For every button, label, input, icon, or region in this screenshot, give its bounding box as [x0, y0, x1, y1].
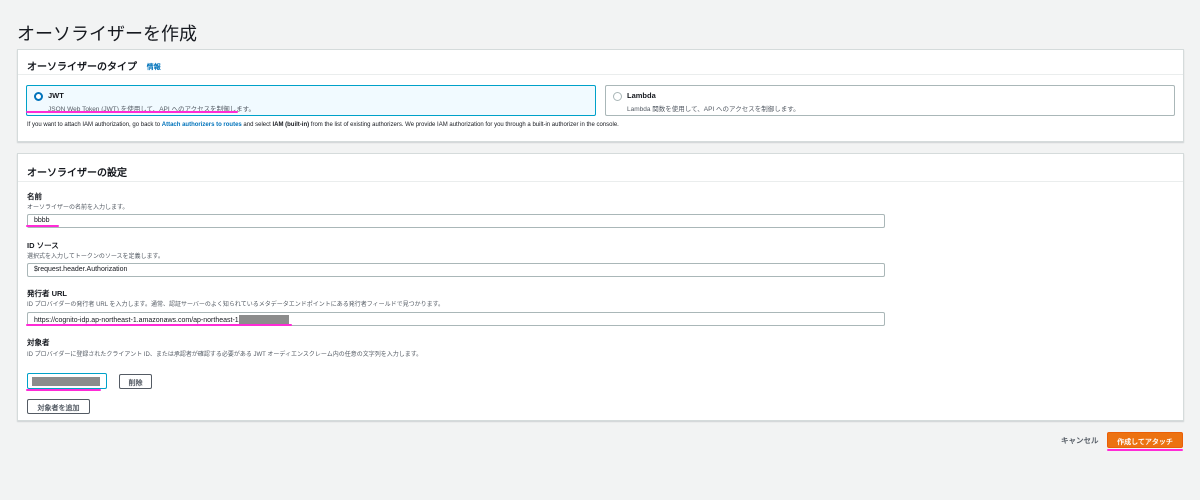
iam-note-text-2: and select — [241, 122, 273, 128]
issuer-url-description: ID プロバイダーの発行者 URL を入力します。通常、認証サーバーのよく知られ… — [27, 302, 444, 308]
authorizer-settings-panel: オーソライザーの設定 名前 オーソライザーの名前を入力します。 bbbb ID … — [17, 153, 1184, 421]
lambda-option-title: Lambda — [627, 91, 656, 100]
cancel-button[interactable]: キャンセル — [1061, 435, 1099, 446]
iam-note-text-1: If you want to attach IAM authorization,… — [27, 122, 162, 128]
lambda-option-description: Lambda 関数を使用して、API へのアクセスを制御します。 — [627, 106, 800, 113]
audience-label: 対象者 — [27, 338, 50, 347]
iam-builtin-text: IAM (built-in) — [272, 122, 310, 128]
authorizer-type-title: オーソライザーのタイプ — [27, 62, 137, 73]
create-and-attach-button[interactable]: 作成してアタッチ — [1107, 432, 1183, 448]
attach-authorizers-link[interactable]: Attach authorizers to routes — [162, 122, 242, 128]
iam-note: If you want to attach IAM authorization,… — [27, 122, 619, 128]
authorizer-type-panel: オーソライザーのタイプ 情報 JWT JSON Web Token (JWT) … — [17, 49, 1184, 142]
page-title: オーソライザーを作成 — [17, 24, 197, 44]
audience-description: ID プロバイダーに登録されたクライアント ID、または承認者が確認する必要があ… — [27, 352, 423, 358]
highlight-underline — [26, 225, 59, 227]
audience-input[interactable] — [27, 373, 107, 389]
highlight-underline — [26, 111, 238, 113]
jwt-option-title: JWT — [48, 91, 64, 100]
authorizer-settings-header: オーソライザーの設定 — [18, 154, 1183, 182]
highlight-underline — [1107, 449, 1183, 451]
identity-source-input[interactable]: $request.header.Authorization — [27, 263, 885, 277]
redacted-block — [32, 377, 100, 386]
info-link[interactable]: 情報 — [147, 64, 161, 71]
issuer-url-value: https://cognito-idp.ap-northeast-1.amazo… — [34, 317, 239, 324]
name-description: オーソライザーの名前を入力します。 — [27, 205, 129, 211]
name-input[interactable]: bbbb — [27, 214, 885, 228]
delete-audience-button[interactable]: 削除 — [119, 374, 152, 389]
iam-note-text-3: from the list of existing authorizers. W… — [309, 122, 619, 128]
redacted-block — [238, 315, 289, 324]
issuer-url-label: 発行者 URL — [27, 289, 67, 298]
authorizer-type-header: オーソライザーのタイプ 情報 — [18, 50, 1183, 75]
highlight-underline — [26, 324, 292, 326]
add-audience-button[interactable]: 対象者を追加 — [27, 399, 90, 414]
lambda-option-tile[interactable]: Lambda Lambda 関数を使用して、API へのアクセスを制御します。 — [605, 85, 1175, 116]
jwt-radio[interactable] — [34, 92, 43, 101]
name-label: 名前 — [27, 192, 42, 201]
lambda-radio[interactable] — [613, 92, 622, 101]
highlight-underline — [26, 389, 101, 391]
identity-source-label: ID ソース — [27, 241, 59, 250]
identity-source-description: 選択式を入力してトークンのソースを定義します。 — [27, 254, 164, 260]
